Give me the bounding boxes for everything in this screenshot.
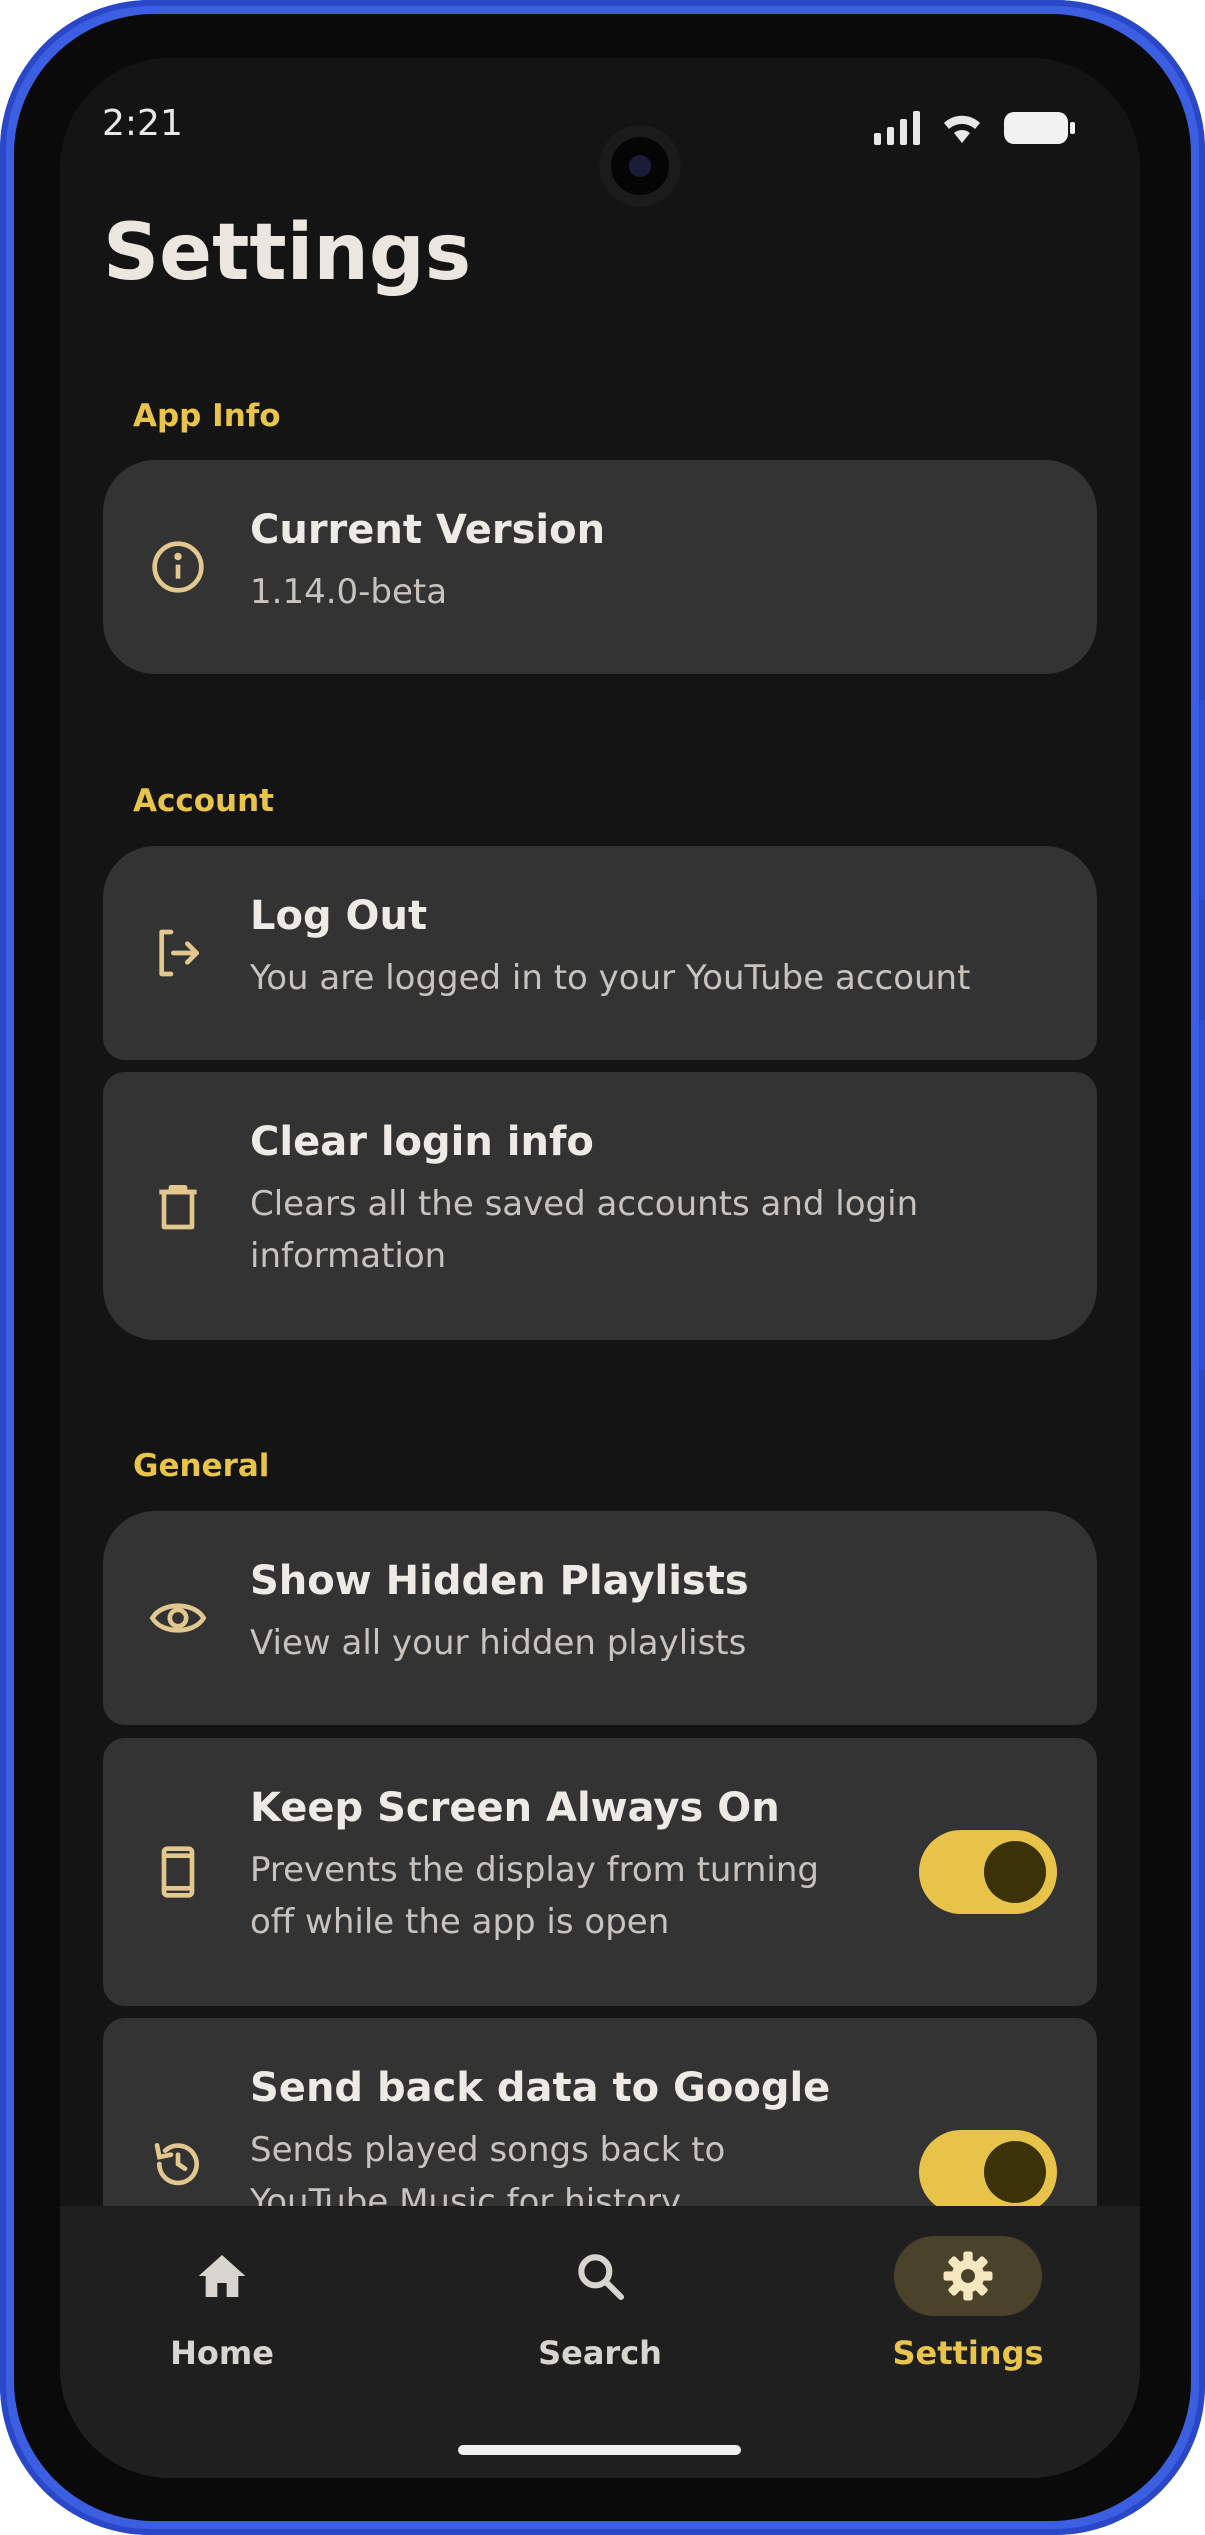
status-icons	[874, 111, 1075, 145]
bottom-navigation: Home Search Settings	[60, 2206, 1140, 2478]
setting-subtitle: Prevents the display from turning off wh…	[250, 1850, 819, 1942]
home-indicator[interactable]	[458, 2445, 741, 2455]
setting-subtitle: 1.14.0-beta	[250, 572, 448, 612]
logout-icon	[148, 923, 208, 983]
phone-icon	[148, 1842, 208, 1902]
setting-current-version[interactable]: Current Version 1.14.0-beta	[103, 460, 1097, 674]
section-label-app-info: App Info	[133, 398, 281, 434]
setting-title: Current Version	[250, 507, 606, 553]
setting-clear-login-info[interactable]: Clear login info Clears all the saved ac…	[103, 1072, 1097, 1340]
nav-label-home: Home	[170, 2334, 274, 2372]
home-icon	[198, 2255, 246, 2297]
keep-screen-on-toggle[interactable]	[919, 1830, 1057, 1914]
setting-subtitle: View all your hidden playlists	[250, 1623, 747, 1663]
signal-icon	[874, 111, 920, 145]
section-label-general: General	[133, 1448, 270, 1484]
setting-log-out[interactable]: Log Out You are logged in to your YouTub…	[103, 846, 1097, 1060]
setting-title: Clear login info	[250, 1119, 594, 1165]
setting-title: Log Out	[250, 893, 428, 939]
trash-icon	[148, 1176, 208, 1236]
nav-item-settings[interactable]: Settings	[848, 2236, 1088, 2372]
nav-item-home[interactable]: Home	[102, 2236, 342, 2372]
nav-label-settings: Settings	[892, 2334, 1044, 2372]
eye-icon	[148, 1588, 208, 1648]
setting-show-hidden-playlists[interactable]: Show Hidden Playlists View all your hidd…	[103, 1511, 1097, 1725]
setting-subtitle: Clears all the saved accounts and login …	[250, 1184, 919, 1276]
volume-up-button	[1199, 700, 1205, 900]
setting-title: Send back data to Google	[250, 2065, 831, 2111]
status-time: 2:21	[102, 103, 183, 144]
volume-down-button	[1199, 1020, 1205, 1370]
status-bar: 2:21	[102, 103, 1098, 207]
setting-title: Keep Screen Always On	[250, 1785, 780, 1831]
setting-subtitle: You are logged in to your YouTube accoun…	[250, 958, 971, 998]
search-icon	[578, 2254, 625, 2301]
send-data-toggle[interactable]	[919, 2130, 1057, 2214]
setting-keep-screen-on[interactable]: Keep Screen Always On Prevents the displ…	[103, 1738, 1097, 2006]
wifi-icon	[944, 115, 980, 143]
page-title: Settings	[103, 208, 472, 298]
nav-label-search: Search	[538, 2334, 662, 2372]
battery-icon	[1004, 112, 1075, 144]
section-label-account: Account	[133, 783, 274, 819]
gear-icon	[943, 2251, 993, 2301]
history-icon	[148, 2134, 208, 2194]
front-camera	[599, 125, 681, 207]
info-icon	[148, 537, 208, 597]
nav-item-search[interactable]: Search	[480, 2236, 720, 2372]
setting-title: Show Hidden Playlists	[250, 1558, 749, 1604]
app-screen: 2:21 Settings App Info Current Version 1…	[60, 58, 1140, 2478]
